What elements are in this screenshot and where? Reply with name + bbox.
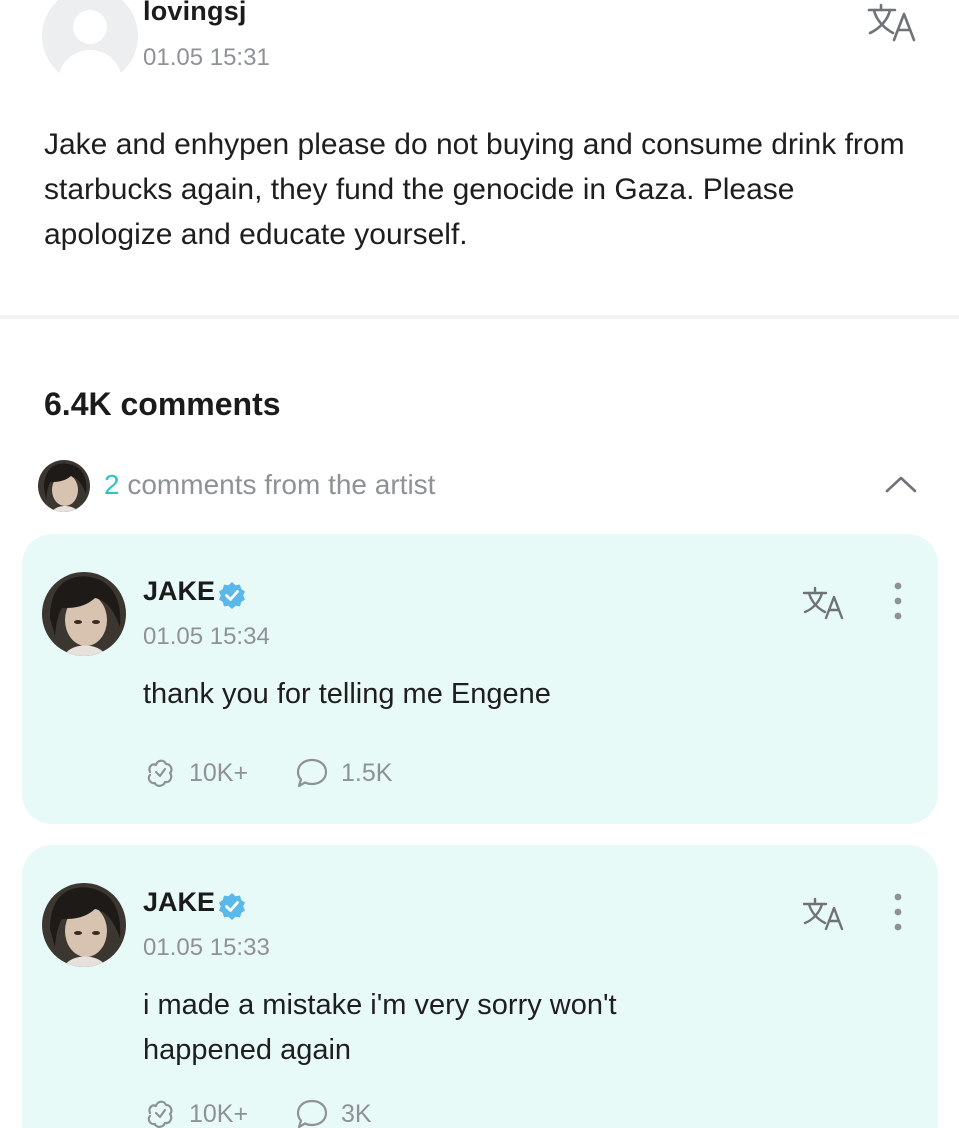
- like-icon: [147, 1100, 173, 1128]
- more-vertical-icon[interactable]: [890, 891, 906, 933]
- post-author-avatar[interactable]: [42, 0, 138, 84]
- post-timestamp: 01.05 15:31: [143, 44, 270, 71]
- section-divider: [0, 315, 959, 319]
- artist-comment-card: JAKE 01.05 15:34 thank you for telling m…: [22, 534, 938, 824]
- verified-badge-icon: [219, 582, 245, 609]
- commenter-name[interactable]: JAKE: [143, 576, 215, 607]
- translate-icon[interactable]: [802, 897, 846, 931]
- commenter-avatar[interactable]: [42, 883, 126, 967]
- reply-button[interactable]: 1.5K: [295, 756, 425, 790]
- comment-text: i made a mistake i'm very sorry won't ha…: [143, 989, 617, 1066]
- artist-comments-toggle[interactable]: 2 comments from the artist: [38, 458, 918, 512]
- like-button[interactable]: 10K+: [143, 756, 293, 790]
- like-count: 10K+: [189, 1100, 249, 1128]
- comments-count: 6.4K comments: [44, 386, 281, 422]
- like-count: 10K+: [189, 759, 249, 787]
- artist-comment-card: JAKE 01.05 15:33 i made a mistake i'm ve…: [22, 845, 938, 1128]
- commenter-name[interactable]: JAKE: [143, 887, 215, 918]
- reply-count: 1.5K: [341, 759, 393, 787]
- reply-count: 3K: [341, 1100, 372, 1128]
- reply-button[interactable]: 3K: [295, 1097, 425, 1128]
- artist-avatar-icon: [38, 460, 90, 512]
- like-icon: [147, 759, 173, 787]
- reply-icon: [296, 758, 328, 788]
- artist-comments-count: 2: [104, 469, 120, 500]
- comment-timestamp: 01.05 15:33: [143, 934, 270, 961]
- comment-timestamp: 01.05 15:34: [143, 623, 270, 650]
- like-button[interactable]: 10K+: [143, 1097, 293, 1128]
- reply-icon: [296, 1099, 328, 1128]
- artist-comments-label: 2 comments from the artist: [104, 469, 435, 501]
- chevron-up-icon[interactable]: [884, 474, 918, 494]
- post-page: lovingsj 01.05 15:31 Jake and enhypen pl…: [0, 0, 959, 1128]
- comment-text: thank you for telling me Engene: [143, 678, 551, 710]
- post-body-text: Jake and enhypen please do not buying an…: [44, 128, 905, 251]
- commenter-avatar[interactable]: [42, 572, 126, 656]
- artist-comments-text: comments from the artist: [127, 469, 436, 500]
- post-username[interactable]: lovingsj: [143, 0, 247, 27]
- verified-badge-icon: [219, 893, 245, 920]
- translate-icon[interactable]: [802, 586, 846, 620]
- more-vertical-icon[interactable]: [890, 580, 906, 622]
- translate-icon[interactable]: [866, 2, 918, 42]
